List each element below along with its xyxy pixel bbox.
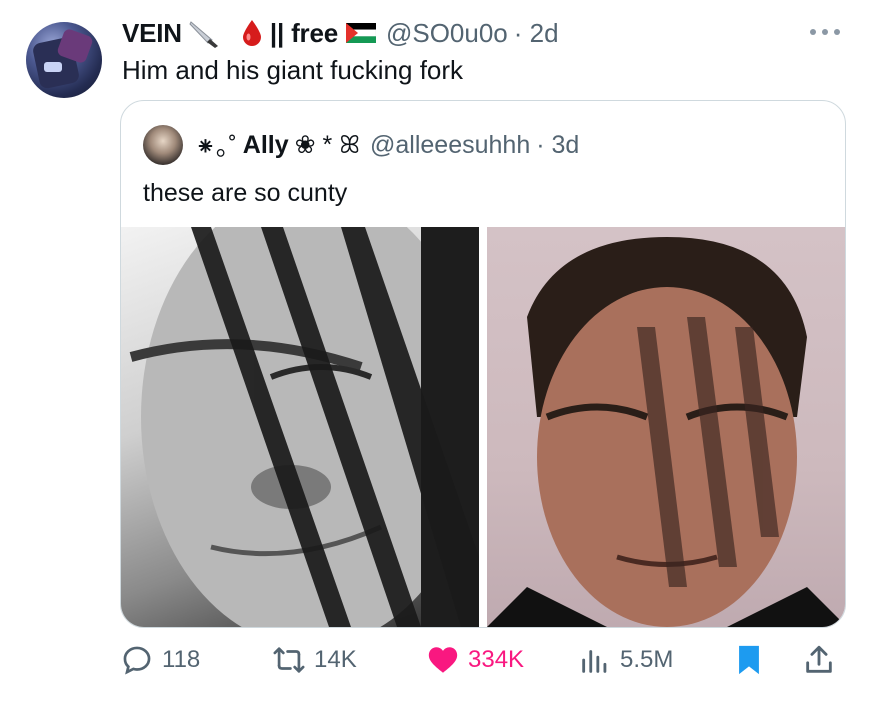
quote-author-name[interactable]: Ally (243, 131, 289, 160)
tweet-action-bar: 118 14K 334K 5.5M (118, 640, 842, 680)
tweet-text: Him and his giant fucking fork (122, 55, 464, 85)
knife-emoji-icon (189, 21, 218, 48)
reply-icon (123, 646, 151, 675)
repost-count: 14K (314, 646, 357, 673)
share-icon (806, 645, 832, 673)
views-chart-icon (582, 650, 607, 673)
more-options-icon[interactable] (808, 26, 842, 38)
author-handle[interactable]: @SO0u0o (386, 18, 508, 49)
quote-header: ⁕｡˚ Ally ❀ * ꕤ @alleeesuhhh · 3d (195, 129, 580, 162)
name-suffix: || free (269, 17, 338, 48)
share-button[interactable] (802, 640, 844, 680)
quoted-tweet[interactable]: ⁕｡˚ Ally ❀ * ꕤ @alleeesuhhh · 3d these a… (120, 100, 846, 628)
quote-author-handle[interactable]: @alleeesuhhh (370, 131, 530, 160)
like-button[interactable]: 334K (426, 640, 524, 680)
tweet-header: VEIN || free @SO0u0o · 2d (122, 16, 559, 50)
bookmark-button[interactable] (732, 640, 774, 680)
quote-time: · 3d (536, 130, 580, 159)
quote-text: these are so cunty (143, 179, 348, 207)
quote-photo-1[interactable] (121, 227, 479, 627)
quote-photo-2[interactable] (487, 227, 845, 627)
author-name[interactable]: VEIN (122, 18, 182, 49)
blood-drop-emoji-icon (242, 20, 261, 46)
views-button[interactable]: 5.5M (578, 640, 673, 680)
palestine-flag-icon (345, 23, 376, 43)
like-count: 334K (468, 646, 525, 673)
view-count: 5.5M (620, 646, 674, 673)
quote-name-suffix: ❀ * ꕤ (294, 131, 361, 159)
user-avatar[interactable] (26, 22, 102, 98)
repost-button[interactable]: 14K (272, 640, 357, 680)
bookmark-icon (739, 645, 759, 675)
repost-icon (273, 647, 305, 673)
reply-count: 118 (162, 646, 201, 673)
reply-button[interactable]: 118 (120, 640, 200, 680)
quote-name-prefix: ⁕｡˚ (195, 133, 237, 161)
quote-author-avatar[interactable] (143, 125, 183, 165)
tweet-time[interactable]: · 2d (514, 18, 559, 49)
heart-icon (428, 647, 458, 673)
